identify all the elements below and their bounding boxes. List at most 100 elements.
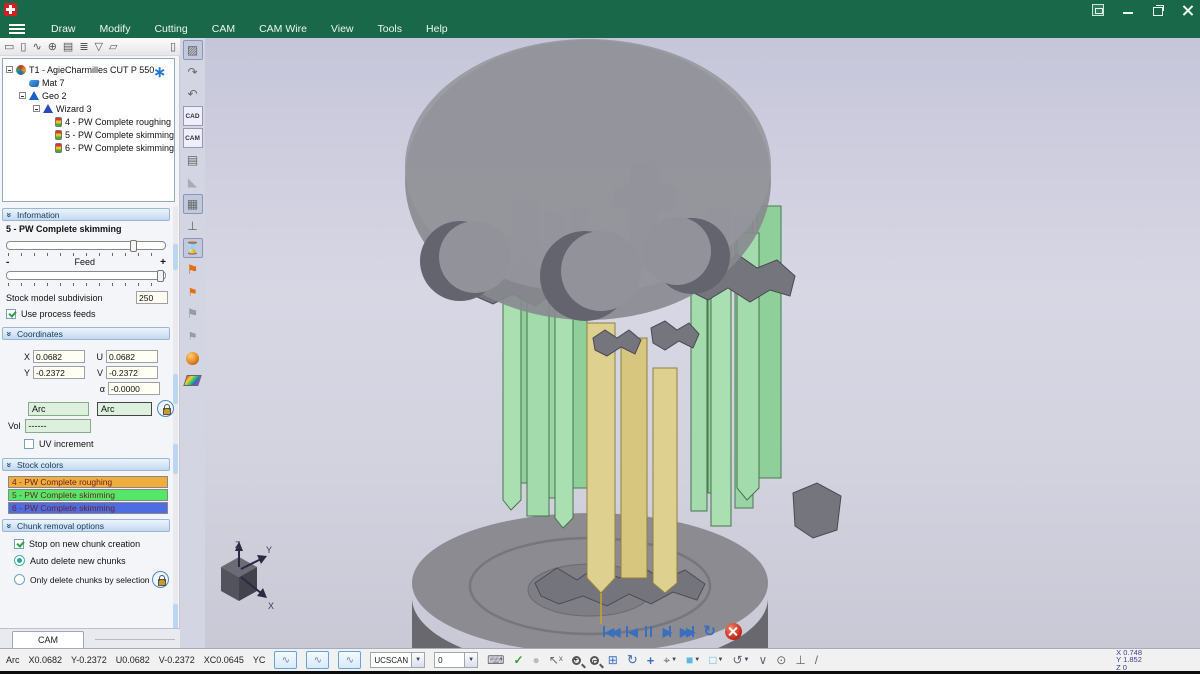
pan-view-icon[interactable]: + <box>647 653 655 668</box>
perpendicular-snap-icon[interactable]: ⊥ <box>795 653 805 667</box>
menu-cam-wire[interactable]: CAM Wire <box>247 21 319 37</box>
menu-tools[interactable]: Tools <box>366 21 415 37</box>
skip-start-button[interactable]: ◀◀ <box>603 624 617 640</box>
layer-combo[interactable]: 0 ▼ <box>434 652 478 668</box>
stop-chunk-checkbox[interactable] <box>14 539 24 549</box>
tree-item-machine[interactable]: T1 - AgieCharmilles CUT P 550 <box>3 63 174 76</box>
replay-button[interactable]: ↻ <box>703 624 716 640</box>
close-button[interactable] <box>1182 4 1194 16</box>
3d-viewport[interactable]: Z Y X ◀◀ ◀ ▶ ▶▶ ↻ <box>205 38 1200 648</box>
uv-increment-checkbox[interactable] <box>24 439 34 449</box>
flag-wire-icon[interactable]: ⚑ <box>183 304 203 324</box>
flag-start-icon[interactable]: ⚑ <box>183 260 203 280</box>
stock-color-row-skim1[interactable]: 5 - PW Complete skimming <box>8 489 168 501</box>
filter-icon[interactable]: ▽ <box>95 40 103 54</box>
stock-layers-icon[interactable]: ▤ <box>183 150 203 170</box>
panel-toggle-icon[interactable]: ▯ <box>170 40 176 54</box>
report-icon[interactable]: ▤ <box>63 40 73 54</box>
flag-stop-icon[interactable]: ⚑ <box>183 282 203 302</box>
tab-cam[interactable]: CAM <box>12 631 84 648</box>
pin-window-icon[interactable] <box>1092 4 1104 16</box>
wire-path-icon[interactable]: ∿ <box>32 40 41 54</box>
hourglass-sim-icon[interactable]: ⌛ <box>183 238 203 258</box>
zoom-in-icon[interactable]: + <box>572 656 581 665</box>
menu-cam[interactable]: CAM <box>200 21 247 37</box>
globe-icon[interactable]: ⊕ <box>48 40 57 54</box>
y-input[interactable] <box>33 366 85 379</box>
u-input[interactable] <box>106 350 158 363</box>
cam-view-icon[interactable]: CAM <box>183 128 203 148</box>
ucs-dropdown[interactable]: UCSCAN ▼ <box>370 652 425 668</box>
pyramid-icon[interactable]: ◣ <box>183 172 203 192</box>
chunk-options-header[interactable]: » Chunk removal options <box>2 519 170 532</box>
axis-view-icon[interactable]: ⌖▼ <box>663 653 677 668</box>
step-forward-button[interactable]: ▶ <box>663 624 671 640</box>
menu-draw[interactable]: Draw <box>39 21 88 37</box>
stock-subdivision-input[interactable] <box>136 291 168 304</box>
rotate-view-icon[interactable]: ↻ <box>627 652 638 668</box>
shaded-view-icon[interactable]: ■▼ <box>686 653 700 667</box>
tree-item-material[interactable]: Mat 7 <box>3 76 174 89</box>
wire-guide-icon[interactable]: ⊥ <box>183 216 203 236</box>
confirm-icon[interactable]: ✓ <box>513 653 523 667</box>
x-input[interactable] <box>33 350 85 363</box>
render-view-icon[interactable]: ▨ <box>183 40 203 60</box>
tree-item-wizard[interactable]: Wizard 3 <box>3 102 174 115</box>
collapse-icon[interactable] <box>6 66 13 73</box>
wireframe-view-icon[interactable]: □▼ <box>709 653 723 667</box>
circle-snap-icon[interactable]: ⊙ <box>776 653 786 667</box>
record-disabled-icon[interactable]: ● <box>533 653 540 667</box>
slider-thumb[interactable] <box>157 270 164 282</box>
information-header[interactable]: » Information <box>2 208 170 221</box>
minimize-button[interactable] <box>1122 4 1134 16</box>
slider-thumb[interactable] <box>130 240 137 252</box>
monitor-icon[interactable]: ▭ <box>4 40 14 54</box>
menu-view[interactable]: View <box>319 21 366 37</box>
tree-item-op4[interactable]: 4 - PW Complete roughing <box>3 115 174 128</box>
tree-item-op6[interactable]: 6 - PW Complete skimming <box>3 141 174 154</box>
use-process-feeds-checkbox[interactable] <box>6 309 16 319</box>
zoom-window-icon[interactable] <box>590 656 599 665</box>
snap-mode-1-button[interactable]: ∿ <box>274 651 297 669</box>
alpha-input[interactable] <box>108 382 160 395</box>
fit-view-icon[interactable]: ⊞ <box>608 653 618 667</box>
wire-forward-icon[interactable]: ↷ <box>183 62 203 82</box>
line-snap-icon[interactable]: / <box>815 653 818 667</box>
color-swatch-icon[interactable] <box>183 370 203 390</box>
coordinates-header[interactable]: » Coordinates <box>2 327 170 340</box>
eraser-icon[interactable]: ▱ <box>109 40 117 54</box>
skip-end-button[interactable]: ▶▶ <box>680 624 694 640</box>
speed-slider[interactable] <box>6 241 166 250</box>
feed-plus-button[interactable]: + <box>160 257 166 268</box>
snap-mode-2-button[interactable]: ∿ <box>306 651 329 669</box>
delete-icon[interactable]: ▯ <box>20 40 26 54</box>
stock-colors-header[interactable]: » Stock colors <box>2 458 170 471</box>
stock-color-row-skim2[interactable]: 6 - PW Complete skimming <box>8 502 168 514</box>
hamburger-menu-icon[interactable] <box>9 24 25 34</box>
tree-item-op5[interactable]: 5 - PW Complete skimming <box>3 128 174 141</box>
pause-button[interactable] <box>644 626 654 637</box>
auto-delete-radio[interactable] <box>14 555 25 566</box>
chevron-tool-icon[interactable]: ∨ <box>758 653 767 667</box>
v-input[interactable] <box>106 366 158 379</box>
wire-back-icon[interactable]: ↶ <box>183 84 203 104</box>
collapse-icon[interactable] <box>19 92 26 99</box>
menu-modify[interactable]: Modify <box>88 21 143 37</box>
stop-button[interactable] <box>725 623 742 640</box>
workpiece-sim-icon[interactable]: ▦ <box>183 194 203 214</box>
orbit-view-icon[interactable]: ↺▼ <box>732 653 749 667</box>
menu-cutting[interactable]: Cutting <box>142 21 199 37</box>
feed-slider[interactable] <box>6 271 166 280</box>
keyboard-icon[interactable]: ⌨ <box>487 653 504 667</box>
stock-color-row-roughing[interactable]: 4 - PW Complete roughing <box>8 476 168 488</box>
only-delete-radio[interactable] <box>14 574 25 585</box>
collapse-icon[interactable] <box>33 105 40 112</box>
flag-disabled-icon[interactable]: ⚑ <box>183 326 203 346</box>
printer-icon[interactable]: ≣ <box>79 40 88 54</box>
step-back-button[interactable]: ◀ <box>626 624 634 640</box>
cancel-select-icon[interactable]: ↖ˣ <box>549 653 563 667</box>
tree-item-geometry[interactable]: Geo 2 <box>3 89 174 102</box>
menu-help[interactable]: Help <box>414 21 460 37</box>
selection-lock-button[interactable] <box>152 571 169 588</box>
sphere-shade-icon[interactable] <box>183 348 203 368</box>
